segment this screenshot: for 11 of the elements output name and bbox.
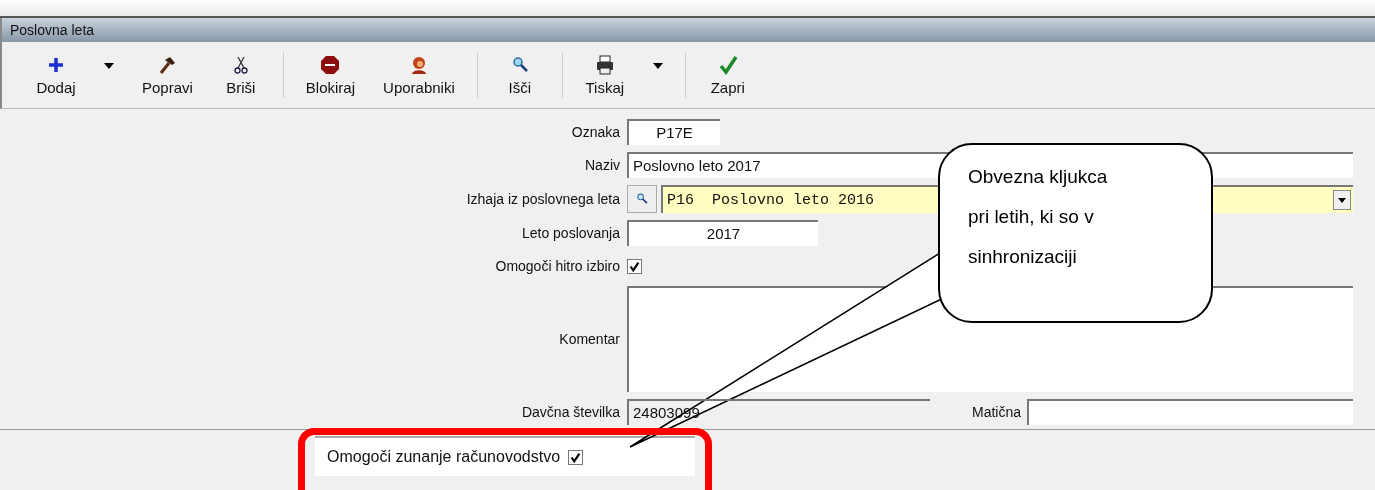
field-label: Izhaja iz poslovnega leta bbox=[465, 191, 620, 207]
field-label: Omogoči hitro izbiro bbox=[494, 258, 620, 274]
field-label: Matična bbox=[972, 404, 1022, 420]
field-label: Davčna številka bbox=[520, 404, 620, 420]
field-label: Naziv bbox=[584, 157, 620, 173]
field-label: Komentar bbox=[558, 331, 620, 347]
field-label: Leto poslovanja bbox=[520, 225, 620, 241]
checkbox-label: Omogoči zunanje računovodstvo bbox=[327, 448, 561, 466]
window-title: Poslovna leta bbox=[10, 22, 95, 38]
field-label: Oznaka bbox=[570, 124, 620, 140]
callout-text: Obvezna kljukca pri letih, ki so v sinhronizaciji bbox=[968, 165, 1109, 269]
